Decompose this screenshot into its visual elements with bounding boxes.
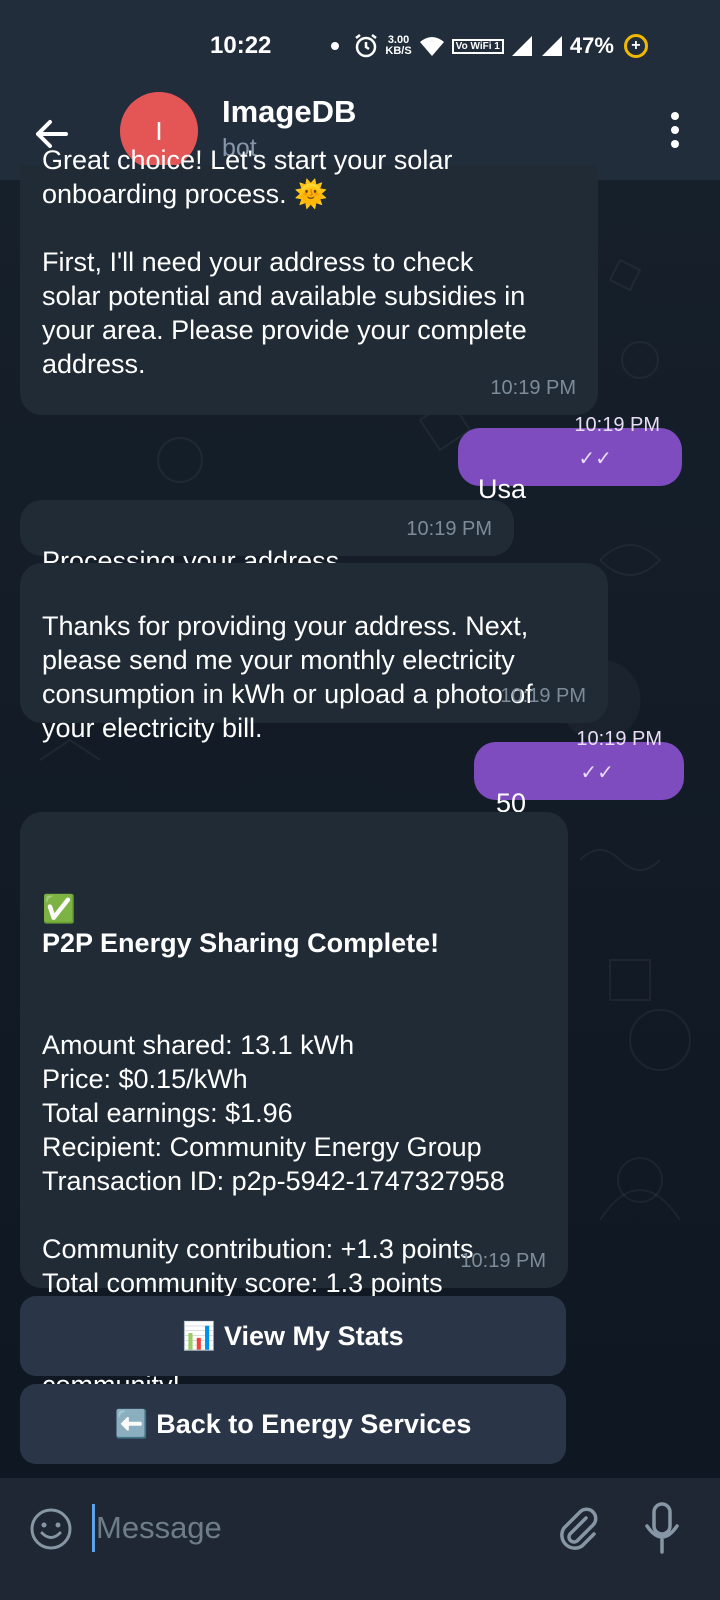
- signal-icon-2: [541, 36, 562, 56]
- alarm-icon: [355, 34, 378, 58]
- wifi-icon: [419, 37, 444, 56]
- chat-title: ImageDB: [222, 94, 357, 129]
- bar-chart-icon: 📊: [182, 1321, 217, 1351]
- view-my-stats-button[interactable]: 📊 View My Stats: [20, 1296, 566, 1376]
- left-arrow-icon: ⬅️: [114, 1409, 149, 1439]
- more-menu-icon[interactable]: [660, 108, 690, 152]
- message-bubble-incoming[interactable]: ✅ P2P Energy Sharing Complete! Amount sh…: [20, 812, 568, 1400]
- emoji-icon[interactable]: [28, 1506, 74, 1552]
- message-bubble-incoming[interactable]: Thanks for providing your address. Next,…: [20, 563, 608, 743]
- message-time-wrap: 10:19 PM ✓✓: [576, 688, 662, 790]
- read-ticks-icon: ✓✓: [578, 448, 612, 470]
- message-bubble-incoming[interactable]: Great choice! Let's start your solar onb…: [20, 145, 598, 415]
- message-title: ✅ P2P Energy Sharing Complete!: [42, 858, 546, 960]
- message-input[interactable]: [96, 1502, 516, 1554]
- message-title-text: P2P Energy Sharing Complete!: [42, 928, 440, 958]
- button-label: View My Stats: [224, 1320, 404, 1351]
- message-time-wrap: 10:19 PM ✓✓: [574, 374, 660, 476]
- message-text: Great choice! Let's start your solar onb…: [42, 145, 527, 379]
- signal-icon: [511, 36, 532, 56]
- message-time: 10:19 PM: [500, 685, 586, 707]
- status-icons: 3.00 KB/S Vo WiFi 1 47% +: [353, 33, 648, 59]
- message-bubble-outgoing[interactable]: Usa 10:19 PM ✓✓: [458, 414, 682, 504]
- notification-dot: [331, 42, 340, 50]
- message-time: 10:19 PM: [490, 377, 576, 399]
- read-ticks-icon: ✓✓: [580, 762, 614, 784]
- button-label: Back to Energy Services: [156, 1408, 472, 1439]
- message-time: 10:19 PM: [406, 518, 492, 540]
- battery-saver-icon: +: [623, 34, 648, 58]
- status-time: 10:22: [210, 32, 272, 59]
- message-bubble-incoming[interactable]: Processing your address... 10:19 PM: [20, 500, 514, 576]
- vowifi-badge: Vo WiFi 1: [451, 38, 504, 54]
- net-speed-unit: KB/S: [385, 45, 412, 57]
- message-input-bar: [0, 1478, 720, 1600]
- message-time: 10:19 PM: [460, 1250, 546, 1272]
- attach-icon[interactable]: [552, 1502, 602, 1552]
- microphone-icon[interactable]: [642, 1500, 682, 1556]
- message-time: 10:19 PM: [574, 414, 660, 436]
- battery-percent: 47%: [569, 33, 614, 58]
- check-mark-icon: ✅: [42, 894, 76, 924]
- status-bar: 10:22 3.00 KB/S Vo WiFi 1 47% +: [0, 0, 720, 92]
- net-speed: 3.00 KB/S: [385, 35, 411, 57]
- message-time: 10:19 PM: [576, 728, 662, 750]
- text-cursor: [92, 1504, 95, 1552]
- message-bubble-outgoing[interactable]: 50 10:19 PM ✓✓: [474, 728, 684, 818]
- message-text: Thanks for providing your address. Next,…: [42, 611, 533, 743]
- back-to-energy-services-button[interactable]: ⬅️ Back to Energy Services: [20, 1384, 566, 1464]
